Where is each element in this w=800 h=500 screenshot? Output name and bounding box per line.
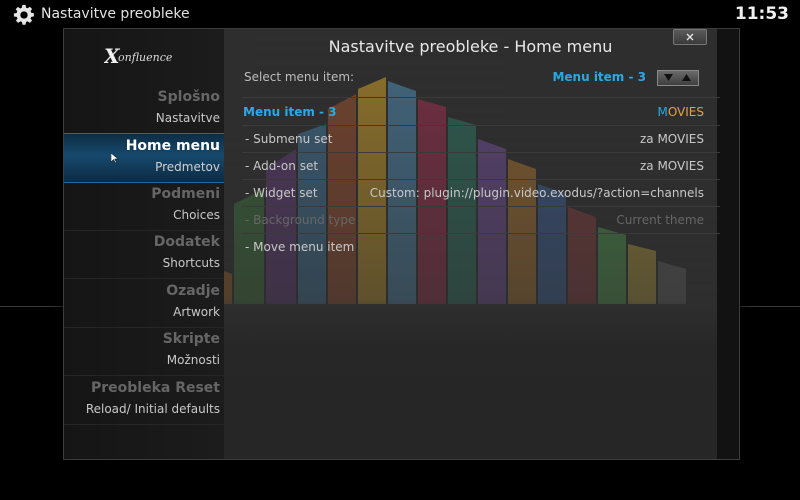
sidebar-item-subtitle: Nastavitve (155, 111, 220, 125)
selected-menu-item-value[interactable]: Menu item - 3 (552, 70, 646, 84)
sidebar-item-subtitle: Možnosti (166, 353, 220, 367)
sidebar-item-addon[interactable]: Dodatek Shortcuts (64, 230, 224, 279)
arrow-up-icon[interactable] (682, 74, 691, 81)
close-button[interactable] (673, 29, 707, 45)
menu-item-header-value: MOVIES (657, 105, 704, 119)
sidebar-item-subtitle: Shortcuts (162, 256, 220, 270)
sidebar-item-general[interactable]: Splošno Nastavitve (64, 85, 224, 134)
separator (242, 233, 720, 234)
sidebar-item-title: Skripte (162, 331, 220, 347)
top-bar: Nastavitve preobleke 11:53 (0, 0, 800, 30)
separator (242, 97, 720, 98)
sidebar-item-submenu[interactable]: Podmeni Choices (64, 182, 224, 231)
dialog-title: Nastavitve preobleke - Home menu (328, 37, 613, 56)
svg-text:onfluence: onfluence (118, 51, 173, 64)
setting-label-widget-set[interactable]: - Widget set (245, 186, 318, 200)
app-title: Nastavitve preobleke (41, 6, 190, 22)
arrow-down-icon[interactable] (664, 74, 673, 81)
sidebar-item-subtitle: Reload/ Initial defaults (85, 402, 220, 416)
sidebar-item-subtitle: Predmetov (155, 160, 220, 174)
separator (242, 152, 720, 153)
sidebar-item-title: Dodatek (153, 234, 220, 250)
sidebar-item-title: Splošno (157, 89, 220, 105)
separator (242, 206, 720, 207)
setting-label-move-menu-item[interactable]: - Move menu item (245, 240, 354, 254)
sidebar-item-scripts[interactable]: Skripte Možnosti (64, 327, 224, 376)
mouse-cursor-icon (111, 153, 119, 163)
setting-value-widget-set: Custom: plugin://plugin.video.exodus/?ac… (369, 186, 704, 200)
sidebar-item-subtitle: Artwork (173, 305, 220, 319)
skin-logo: X onfluence (104, 44, 173, 68)
setting-value-background-type: Current theme (616, 213, 704, 227)
sidebar-item-background[interactable]: Ozadje Artwork (64, 279, 224, 328)
sidebar-item-home-menu[interactable]: Home menu Predmetov (64, 133, 224, 183)
sidebar-item-skin-reset[interactable]: Preobleka Reset Reload/ Initial defaults (64, 376, 224, 425)
separator (242, 179, 720, 180)
menu-item-header-label: Menu item - 3 (243, 105, 337, 119)
menu-item-spinner[interactable] (657, 70, 699, 86)
clock: 11:53 (734, 4, 789, 24)
select-menu-item-label: Select menu item: (244, 70, 355, 84)
sidebar-item-title: Ozadje (166, 283, 220, 299)
menu-item-header-value-rest: OVIES (667, 105, 704, 119)
menu-item-header-value-first: M (657, 105, 668, 119)
setting-value-addon-set: za MOVIES (639, 159, 704, 173)
settings-dialog: X onfluence Splošno Nastavitve Home menu… (63, 28, 740, 460)
sidebar-item-title: Home menu (125, 138, 220, 154)
setting-label-addon-set[interactable]: - Add-on set (245, 159, 318, 173)
sidebar-item-title: Podmeni (151, 186, 220, 202)
gear-icon (13, 4, 34, 25)
close-icon (686, 33, 694, 41)
setting-label-submenu-set[interactable]: - Submenu set (245, 132, 332, 146)
setting-value-submenu-set: za MOVIES (639, 132, 704, 146)
separator (242, 125, 720, 126)
sidebar-item-subtitle: Choices (173, 208, 220, 222)
sidebar-item-title: Preobleka Reset (90, 380, 220, 396)
setting-label-background-type: - Background type (245, 213, 356, 227)
sidebar: X onfluence Splošno Nastavitve Home menu… (64, 29, 224, 459)
